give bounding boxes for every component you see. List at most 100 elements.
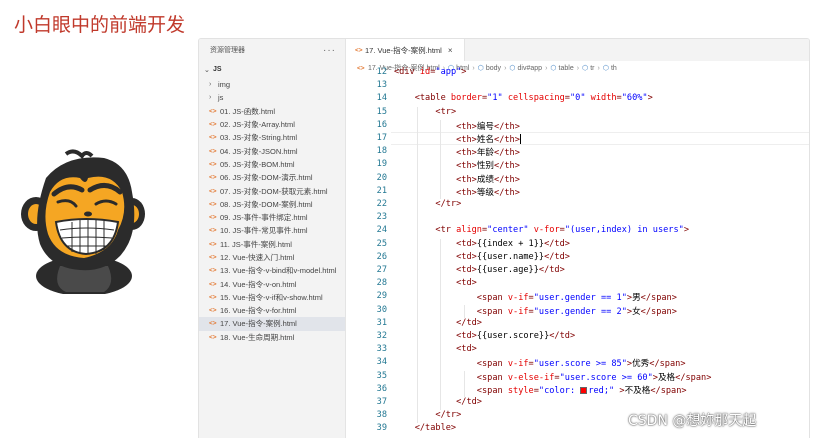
sidebar-file-item[interactable]: <> 14. Vue-指令-v-on.html bbox=[199, 277, 345, 290]
html-file-icon: <> bbox=[209, 320, 217, 328]
code-line[interactable]: <span v-if="user.gender == 2">女</span> bbox=[394, 305, 677, 317]
code-line[interactable]: <span v-if="user.gender == 1">男</span> bbox=[394, 291, 677, 303]
line-number: 25 bbox=[376, 238, 387, 249]
code-line[interactable]: <span v-else-if="user.score >= 60">及格</s… bbox=[394, 371, 712, 383]
sidebar-file-item[interactable]: <> 09. JS-事件-事件绑定.html bbox=[199, 211, 345, 224]
code-line[interactable]: <td>{{user.name}}</td> bbox=[394, 252, 570, 262]
explorer-header: 资源管理器 ··· bbox=[199, 39, 345, 61]
folder-js[interactable]: › js bbox=[199, 91, 345, 104]
html-file-icon: <> bbox=[209, 134, 217, 142]
breadcrumb-item[interactable]: div#app bbox=[518, 65, 543, 72]
line-number: 26 bbox=[376, 251, 387, 262]
sidebar-file-item[interactable]: <> 05. JS-对象-BOM.html bbox=[199, 158, 345, 171]
element-cube-icon: ⬡ bbox=[509, 65, 516, 72]
file-label: 07. JS-对象-DOM-获取元素.html bbox=[220, 186, 328, 196]
breadcrumb-item[interactable]: body bbox=[486, 65, 501, 72]
html-file-icon: <> bbox=[209, 200, 217, 208]
sidebar-file-item[interactable]: <> 07. JS-对象-DOM-获取元素.html bbox=[199, 184, 345, 197]
sidebar-file-item[interactable]: <> 04. JS-对象-JSON.html bbox=[199, 144, 345, 157]
explorer-root-folder[interactable]: ⌄ JS bbox=[199, 61, 345, 78]
line-number: 35 bbox=[376, 370, 387, 381]
sidebar-file-item[interactable]: <> 12. Vue-快速入门.html bbox=[199, 251, 345, 264]
html-file-icon: <> bbox=[209, 227, 217, 235]
code-line[interactable]: <td>{{user.age}}</td> bbox=[394, 265, 565, 275]
line-number: 33 bbox=[376, 344, 387, 355]
code-line[interactable]: <span style="color: red;" >不及格</span> bbox=[394, 384, 687, 396]
element-cube-icon: ⬡ bbox=[582, 65, 589, 72]
sidebar-file-item[interactable]: <> 01. JS-函数.html bbox=[199, 105, 345, 118]
chevron-right-icon: › bbox=[209, 94, 212, 102]
tab-active-file[interactable]: <> 17. Vue-指令-案例.html × bbox=[347, 39, 465, 61]
line-number: 22 bbox=[376, 199, 387, 209]
line-number: 20 bbox=[376, 172, 387, 183]
code-line[interactable]: <td>{{index + 1}}</td> bbox=[394, 239, 570, 249]
line-number: 12 bbox=[376, 67, 387, 77]
code-line[interactable]: <td> bbox=[394, 344, 477, 354]
color-swatch-icon bbox=[580, 386, 588, 394]
file-label: 17. Vue-指令-案例.html bbox=[220, 319, 297, 329]
code-line[interactable]: <th>性别</th> bbox=[394, 159, 520, 171]
sidebar-file-item[interactable]: <> 13. Vue-指令-v-bind和v-model.html bbox=[199, 264, 345, 277]
chevron-right-icon: › bbox=[472, 64, 475, 72]
file-label: 09. JS-事件-事件绑定.html bbox=[220, 213, 308, 223]
code-line[interactable]: <th>成绩</th> bbox=[394, 173, 520, 185]
code-line[interactable]: <tr align="center" v-for="(user,index) i… bbox=[394, 225, 689, 235]
sidebar-file-item[interactable]: <> 10. JS-事件-常见事件.html bbox=[199, 224, 345, 237]
chevron-down-icon: ⌄ bbox=[204, 66, 210, 74]
code-line[interactable]: <th>姓名</th> bbox=[394, 133, 521, 145]
line-number: 30 bbox=[376, 304, 387, 315]
code-line[interactable]: </tr> bbox=[394, 410, 461, 420]
monkey-mascot-illustration bbox=[21, 149, 145, 294]
sidebar-file-item[interactable]: <> 06. JS-对象-DOM-演示.html bbox=[199, 171, 345, 184]
close-icon[interactable]: × bbox=[448, 46, 453, 55]
line-number: 31 bbox=[376, 317, 387, 328]
code-line[interactable]: <tr> bbox=[394, 107, 456, 117]
sidebar-file-item[interactable]: <> 03. JS-对象-String.html bbox=[199, 131, 345, 144]
code-line[interactable]: <td>{{user.score}}</td> bbox=[394, 331, 575, 341]
more-actions-icon[interactable]: ··· bbox=[323, 45, 336, 56]
chevron-right-icon: › bbox=[209, 81, 212, 89]
code-line[interactable]: </tr> bbox=[394, 199, 461, 209]
sidebar-file-item[interactable]: <> 02. JS-对象-Array.html bbox=[199, 118, 345, 131]
file-label: 16. Vue-指令-v-for.html bbox=[220, 306, 297, 316]
line-number: 19 bbox=[376, 159, 387, 170]
line-number: 27 bbox=[376, 265, 387, 275]
line-number: 36 bbox=[376, 383, 387, 394]
indent-guide bbox=[440, 238, 441, 411]
sidebar-file-item[interactable]: <> 08. JS-对象-DOM-案例.html bbox=[199, 198, 345, 211]
sidebar-file-item[interactable]: <> 17. Vue-指令-案例.html bbox=[199, 317, 345, 331]
html-file-icon: <> bbox=[209, 307, 217, 315]
line-number: 15 bbox=[376, 106, 387, 117]
code-line[interactable]: </td> bbox=[394, 397, 482, 407]
indent-guide bbox=[464, 304, 465, 318]
html-file-icon: <> bbox=[209, 107, 217, 115]
breadcrumb-item[interactable]: table bbox=[559, 65, 574, 72]
element-cube-icon: ⬡ bbox=[602, 65, 609, 72]
sidebar-file-item[interactable]: <> 18. Vue-生命周期.html bbox=[199, 331, 345, 344]
file-label: 18. Vue-生命周期.html bbox=[220, 332, 295, 342]
code-line[interactable]: </table> bbox=[394, 423, 456, 433]
chevron-right-icon: › bbox=[576, 64, 580, 72]
line-number: 34 bbox=[376, 357, 387, 368]
line-number: 23 bbox=[376, 212, 387, 223]
breadcrumb-item[interactable]: th bbox=[611, 65, 617, 72]
code-line[interactable]: <th>年龄</th> bbox=[394, 146, 520, 158]
file-label: 15. Vue-指令-v-if和v-show.html bbox=[220, 292, 323, 302]
tab-label: 17. Vue-指令-案例.html bbox=[365, 45, 442, 55]
code-line[interactable]: <th>等级</th> bbox=[394, 186, 520, 198]
breadcrumb-item[interactable]: tr bbox=[590, 65, 594, 72]
code-line[interactable]: <span v-if="user.score >= 85">优秀</span> bbox=[394, 357, 686, 369]
code-line[interactable]: </td> bbox=[394, 318, 482, 328]
code-line[interactable]: <th>编号</th> bbox=[394, 120, 520, 132]
code-line[interactable]: <div id="app"> bbox=[394, 67, 466, 77]
folder-img[interactable]: › img bbox=[199, 78, 345, 91]
sidebar-file-item[interactable]: <> 11. JS-事件-案例.html bbox=[199, 238, 345, 251]
explorer-sidebar: 资源管理器 ··· ⌄ JS › img › js <> 01. JS-函数.ht… bbox=[199, 39, 346, 438]
line-number: 13 bbox=[376, 80, 387, 91]
file-label: 14. Vue-指令-v-on.html bbox=[220, 279, 297, 289]
sidebar-file-item[interactable]: <> 16. Vue-指令-v-for.html bbox=[199, 304, 345, 317]
code-line[interactable]: <td> bbox=[394, 278, 477, 288]
code-editor[interactable]: 12 <div id="app"> 13 14 <table border="1" c… bbox=[347, 67, 809, 438]
sidebar-file-item[interactable]: <> 15. Vue-指令-v-if和v-show.html bbox=[199, 291, 345, 304]
code-line[interactable]: <table border="1" cellspacing="0" width=… bbox=[394, 93, 653, 103]
